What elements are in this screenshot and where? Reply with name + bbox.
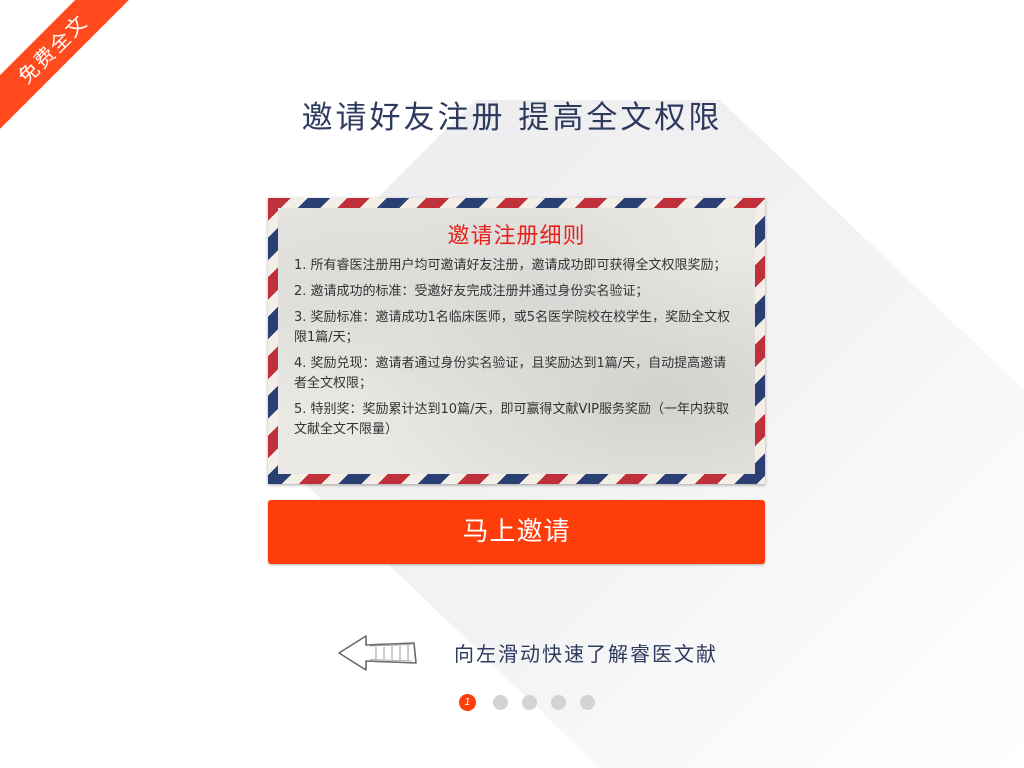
rule-item-2: 2. 邀请成功的标准：受邀好友完成注册并通过身份实名验证；: [294, 284, 649, 299]
invite-now-button[interactable]: 马上邀请: [268, 500, 765, 564]
page-title: 邀请好友注册 提高全文权限: [301, 100, 723, 136]
page-dot-1[interactable]: 1: [459, 694, 476, 711]
airmail-envelope-card: 邀请注册细则 1. 所有睿医注册用户均可邀请好友注册，邀请成功即可获得全文权限奖…: [268, 198, 765, 484]
page-dot-2[interactable]: [493, 695, 508, 710]
page-dot-3[interactable]: [522, 695, 537, 710]
rule-item-5: 5. 特别奖：奖励累计达到10篇/天，即可赢得文献VIP服务奖励（一年内获取文献…: [294, 402, 730, 437]
swipe-hint: 向左滑动快速了解睿医文献: [336, 630, 756, 674]
rule-item-4: 4. 奖励兑现：邀请者通过身份实名验证，且奖励达到1篇/天，自动提高邀请者全文权…: [294, 356, 727, 391]
swipe-hint-text: 向左滑动快速了解睿医文献: [454, 642, 718, 666]
arrow-left-icon: [338, 635, 417, 671]
rules-title: 邀请注册细则: [447, 224, 586, 249]
invite-page: 免费全文 邀请好友注册 提高全文权限 邀请注册细则 1. 所有睿医注册用户均可邀…: [0, 0, 1024, 768]
page-dot-4[interactable]: [551, 695, 566, 710]
page-dot-5[interactable]: [580, 695, 595, 710]
rule-item-3: 3. 奖励标准：邀请成功1名临床医师，或5名医学院校在校学生，奖励全文权限1篇/…: [294, 310, 731, 345]
envelope-body: 邀请注册细则 1. 所有睿医注册用户均可邀请好友注册，邀请成功即可获得全文权限奖…: [278, 208, 755, 474]
rule-item-1: 1. 所有睿医注册用户均可邀请好友注册，邀请成功即可获得全文权限奖励；: [294, 258, 727, 273]
